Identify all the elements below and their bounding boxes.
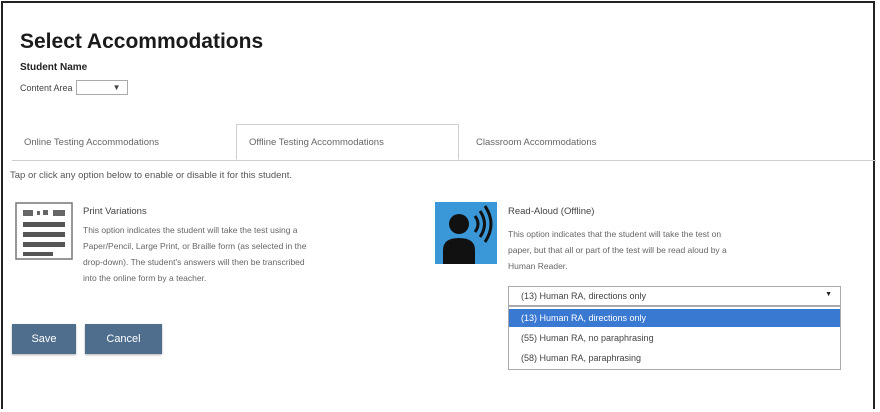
- content-area-row: Content Area ▼: [20, 80, 128, 95]
- tab-online-testing[interactable]: Online Testing Accommodations: [12, 124, 230, 160]
- chevron-down-icon: ▼: [825, 291, 832, 298]
- tab-classroom[interactable]: Classroom Accommodations: [464, 124, 654, 160]
- tab-bar: Online Testing Accommodations Offline Te…: [12, 124, 876, 161]
- description-line: paper, but that all or part of the test …: [508, 245, 727, 255]
- print-variations-title[interactable]: Print Variations: [83, 206, 147, 217]
- read-aloud-description: This option indicates that the student w…: [508, 226, 727, 274]
- tab-offline-testing[interactable]: Offline Testing Accommodations: [236, 124, 459, 160]
- read-aloud-select[interactable]: (13) Human RA, directions only ▼: [508, 286, 841, 306]
- document-icon: [15, 202, 73, 260]
- print-variations-card-icon[interactable]: [15, 202, 73, 260]
- content-area-label: Content Area: [20, 82, 73, 93]
- student-name: Student Name: [20, 62, 88, 73]
- description-line: Paper/Pencil, Large Print, or Braille fo…: [83, 241, 307, 251]
- save-button[interactable]: Save: [12, 324, 76, 354]
- description-line: Human Reader.: [508, 261, 568, 271]
- read-aloud-options-list: (13) Human RA, directions only (55) Huma…: [508, 306, 841, 370]
- description-line: into the online form by a teacher.: [83, 273, 207, 283]
- description-line: This option indicates that the student w…: [508, 229, 722, 239]
- speaker-person-icon: [435, 202, 497, 264]
- option-human-ra-paraphrasing[interactable]: (58) Human RA, paraphrasing: [509, 349, 840, 367]
- print-variations-description: This option indicates the student will t…: [83, 222, 306, 286]
- page-title: Select Accommodations: [20, 30, 264, 53]
- instruction-text: Tap or click any option below to enable …: [10, 170, 292, 181]
- content-area-select[interactable]: ▼: [75, 80, 128, 95]
- description-line: drop-down). The student's answers will t…: [83, 257, 305, 267]
- option-human-ra-no-paraphrasing[interactable]: (55) Human RA, no paraphrasing: [509, 329, 840, 347]
- cancel-button[interactable]: Cancel: [85, 324, 162, 354]
- chevron-down-icon: ▼: [112, 83, 121, 92]
- read-aloud-card-icon[interactable]: [435, 202, 497, 264]
- read-aloud-title[interactable]: Read-Aloud (Offline): [508, 206, 594, 217]
- option-human-ra-directions-only[interactable]: (13) Human RA, directions only: [509, 309, 840, 327]
- read-aloud-select-value: (13) Human RA, directions only: [521, 291, 647, 301]
- description-line: This option indicates the student will t…: [83, 225, 298, 235]
